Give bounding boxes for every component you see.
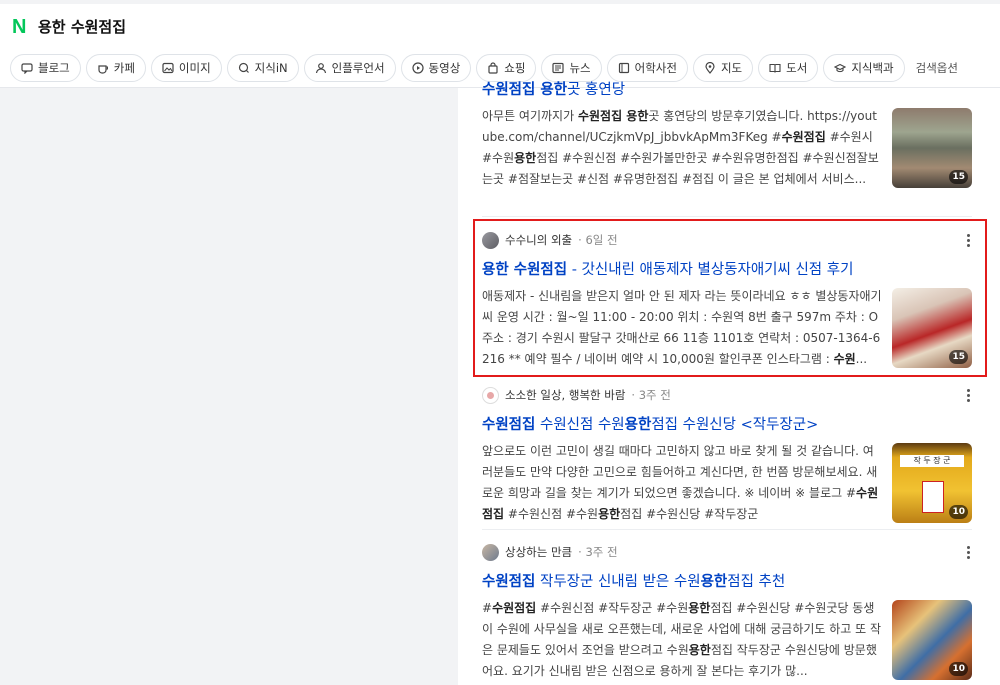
post-time: · 3주 전 <box>578 545 618 559</box>
title-rest: 곳 홍연당 <box>567 82 626 98</box>
tab-label: 지식iN <box>254 61 288 75</box>
tab-label: 뉴스 <box>569 61 591 75</box>
shopping-icon <box>487 62 499 74</box>
more-options-icon[interactable] <box>962 386 974 404</box>
image-count-badge: 10 <box>949 505 968 519</box>
result-snippet[interactable]: 앞으로도 이런 고민이 생길 때마다 고민하지 않고 바로 찾게 될 것 같습니… <box>482 441 882 525</box>
title-highlight: 수원점집 용한 <box>482 82 568 98</box>
news-icon <box>552 62 565 74</box>
tab-label: 지도 <box>720 61 743 75</box>
post-time: · 3주 전 <box>631 388 671 402</box>
result-thumbnail[interactable]: 작 두 장 군 10 <box>892 443 972 523</box>
tab-influencer[interactable]: 인플루언서 <box>303 54 396 82</box>
result-snippet[interactable]: #수원점집 #수원신점 #작두장군 #수원용한점집 #수원신당 #수원굿당 동생… <box>482 598 882 682</box>
search-header: N 용한 수원점집 블로그 카페 이미지 지식iN 인플루언서 동영상 쇼핑 뉴… <box>0 0 1000 88</box>
book-icon <box>769 62 781 74</box>
encyclopedia-icon <box>834 62 847 74</box>
result-body: 아무튼 여기까지가 수원점집 용한곳 홍연당의 방문후기였습니다. https:… <box>482 106 972 190</box>
avatar[interactable] <box>482 386 499 404</box>
author-name[interactable]: 상상하는 만큼 <box>505 544 572 560</box>
post-time-text: 3주 전 <box>585 545 618 559</box>
author-row: 소소한 일상, 행복한 바람 · 3주 전 <box>482 386 972 404</box>
result-item-4: 상상하는 만큼 · 3주 전 수원점집 작두장군 신내림 받은 수원용한점집 추… <box>482 543 972 682</box>
tab-blog[interactable]: 블로그 <box>10 54 81 82</box>
more-options-icon[interactable] <box>962 543 974 561</box>
tab-label: 도서 <box>786 61 808 75</box>
tab-knowledge-in[interactable]: 지식iN <box>226 54 299 82</box>
map-icon <box>704 62 716 74</box>
selection-highlight-box <box>473 219 987 377</box>
header-topline <box>0 0 1000 4</box>
influencer-icon <box>315 62 327 74</box>
tab-label: 쇼핑 <box>504 61 526 75</box>
video-icon <box>411 62 424 74</box>
result-body: #수원점집 #수원신점 #작두장군 #수원용한점집 #수원신당 #수원굿당 동생… <box>482 598 972 682</box>
tab-video[interactable]: 동영상 <box>400 54 472 82</box>
search-results: 수원점집 용한곳 홍연당 아무튼 여기까지가 수원점집 용한곳 홍연당의 방문후… <box>458 82 1000 685</box>
tab-label: 블로그 <box>38 61 70 75</box>
image-icon <box>162 62 174 74</box>
cafe-icon <box>97 62 109 74</box>
blog-icon <box>21 62 33 74</box>
result-title-link[interactable]: 수원점집 용한곳 홍연당 <box>482 78 972 99</box>
knowledge-icon <box>238 62 250 74</box>
image-count-badge: 10 <box>949 662 968 676</box>
result-divider <box>482 529 972 530</box>
tab-label: 인플루언서 <box>331 61 385 75</box>
post-time-text: 3주 전 <box>638 388 671 402</box>
tab-image[interactable]: 이미지 <box>150 54 222 82</box>
tab-label: 어학사전 <box>634 61 677 75</box>
thumbnail-sign-text: 작 두 장 군 <box>900 455 964 467</box>
result-thumbnail[interactable]: 10 <box>892 600 972 680</box>
author-row: 상상하는 만큼 · 3주 전 <box>482 543 972 561</box>
result-snippet[interactable]: 아무튼 여기까지가 수원점집 용한곳 홍연당의 방문후기였습니다. https:… <box>482 106 882 190</box>
dictionary-icon <box>618 62 630 74</box>
search-query[interactable]: 용한 수원점집 <box>38 16 126 37</box>
thumbnail-card <box>922 481 944 513</box>
result-title-link[interactable]: 수원점집 수원신점 수원용한점집 수원신당 <작두장군> <box>482 413 972 434</box>
result-body: 앞으로도 이런 고민이 생길 때마다 고민하지 않고 바로 찾게 될 것 같습니… <box>482 441 972 525</box>
naver-logo[interactable]: N <box>12 17 30 37</box>
result-title-link[interactable]: 수원점집 작두장군 신내림 받은 수원용한점집 추천 <box>482 570 972 591</box>
tab-label: 지식백과 <box>851 61 894 75</box>
tab-label: 동영상 <box>428 61 461 75</box>
image-count-badge: 15 <box>949 170 968 184</box>
avatar[interactable] <box>482 543 499 561</box>
tab-label: 이미지 <box>178 61 211 75</box>
tab-label: 카페 <box>113 61 135 75</box>
result-item-1: 수원점집 용한곳 홍연당 아무튼 여기까지가 수원점집 용한곳 홍연당의 방문후… <box>482 78 972 190</box>
result-thumbnail[interactable]: 15 <box>892 108 972 188</box>
tab-cafe[interactable]: 카페 <box>85 54 146 82</box>
author-name[interactable]: 소소한 일상, 행복한 바람 <box>505 387 625 403</box>
result-item-3: 소소한 일상, 행복한 바람 · 3주 전 수원점집 수원신점 수원용한점집 수… <box>482 386 972 525</box>
result-divider <box>482 216 972 217</box>
